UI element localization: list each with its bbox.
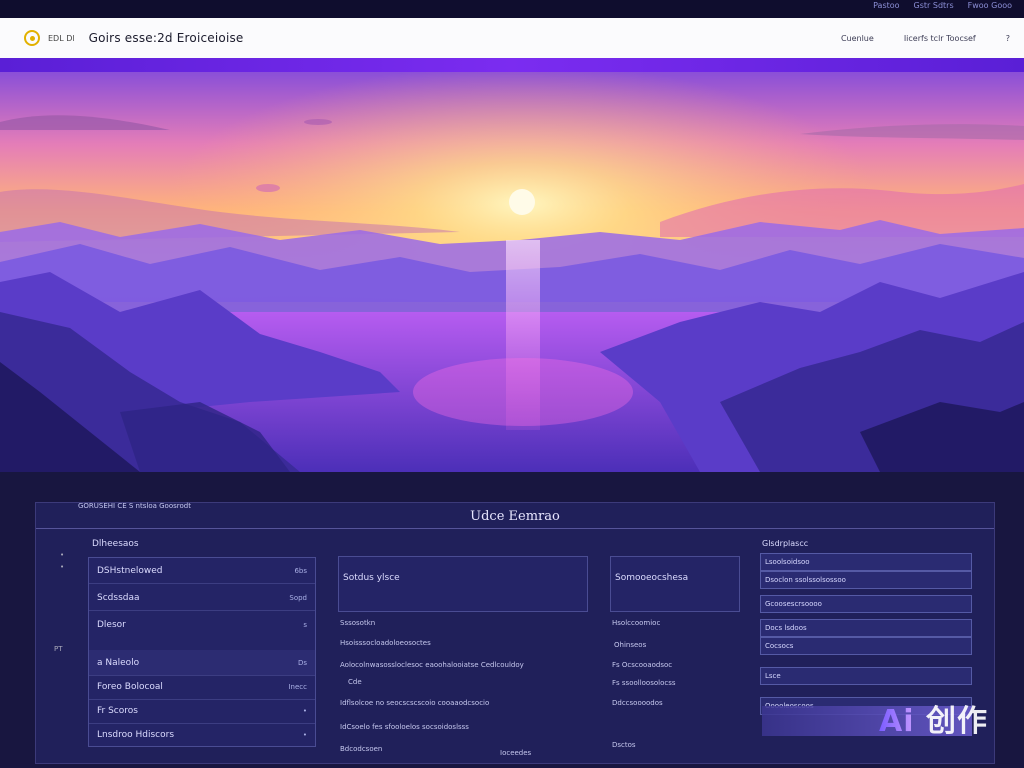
col3-line-2: Ohinseos <box>614 641 647 649</box>
watermark-ai: Ai <box>879 704 915 739</box>
side-mark-2: • <box>60 563 65 571</box>
site-header: EDL Dl Goirs esse:2d Eroiceioise Cuenlue… <box>0 18 1024 58</box>
row-label: Dlesor <box>97 620 126 630</box>
column-status: Sotdus ylsce Sssosotkn Hsoisssocloadoloe… <box>338 539 590 757</box>
list-item[interactable]: Lnsdroo Hdiscors • <box>89 722 315 748</box>
row-value: Sopd <box>289 593 307 602</box>
row-value: • <box>302 706 307 715</box>
watermark-logo: Ai 创作 <box>879 696 988 740</box>
col3-line-5: Ddccsoooodos <box>612 699 663 707</box>
col2-line-1: Sssosotkn <box>340 619 376 627</box>
row-value: Ds <box>297 658 307 667</box>
col1-heading: Dlheesaos <box>92 539 139 549</box>
row-label: DSHstnelowed <box>97 565 163 576</box>
sunset-illustration <box>0 72 1024 472</box>
side-mark-1: • <box>60 551 65 559</box>
column-summary: Somooeocshesa Hsolccoomioc Ohinseos Fs O… <box>610 539 740 753</box>
col2-line-7: Bdcodcsoen <box>340 745 383 753</box>
settings-field-6[interactable]: Lsce <box>760 667 972 685</box>
row-label: a Naleolo <box>97 657 140 668</box>
row-label: Scdssdaa <box>97 592 140 603</box>
row-label: Lnsdroo Hdiscors <box>97 730 175 740</box>
col3-box-label: Somooeocshesa <box>615 573 689 583</box>
col2-tail: Ioceedes <box>500 749 532 757</box>
row-label: Foreo Bolocoal <box>97 681 163 692</box>
settings-field-1[interactable]: Lsoolsoidsoo <box>760 553 972 571</box>
top-strip: Pastoo Gstr Sdtrs Fwoo Gooo <box>0 0 1024 18</box>
settings-field-3[interactable]: Gcoosescrsoooo <box>760 595 972 613</box>
hero-landscape-image <box>0 72 1024 472</box>
top-links: Pastoo Gstr Sdtrs Fwoo Gooo <box>873 1 1012 10</box>
settings-field-2[interactable]: Dsoclon ssolssolsossoo <box>760 571 972 589</box>
col1-list: DSHstnelowed 6bs Scdssdaa Sopd Dlesor s a N… <box>88 557 316 747</box>
col3-line-6: Dsctos <box>612 741 636 749</box>
col2-line-4: Cde <box>348 678 362 686</box>
list-item[interactable]: DSHstnelowed 6bs <box>89 558 315 584</box>
col2-line-5: Idflsolcoe no seocscscscoio cooaaodcsoci… <box>340 699 490 707</box>
top-link-1[interactable]: Pastoo <box>873 1 899 10</box>
col2-line-3: Aolocolnwasossloclesoc eaoohalooiatse Ce… <box>340 661 524 669</box>
row-value: 6bs <box>294 566 307 575</box>
list-item[interactable]: a Naleolo Ds <box>89 650 315 676</box>
col2-line-2: Hsoisssocloadoloeosoctes <box>340 639 431 647</box>
list-item[interactable]: Dlesor s <box>89 612 315 638</box>
sun-icon <box>509 189 535 215</box>
settings-field-5[interactable]: Cocsocs <box>760 637 972 655</box>
col3-box[interactable]: Somooeocshesa <box>610 556 740 612</box>
site-title[interactable]: Goirs esse:2d Eroiceioise <box>89 31 244 45</box>
row-value: • <box>302 731 307 739</box>
side-mark-3: PT <box>54 645 63 653</box>
help-icon[interactable]: ? <box>1006 34 1010 43</box>
col2-box-label: Sotdus ylsce <box>343 573 400 583</box>
panel-header: GORUSEHI CE S ntsloa Goosrodt Udce Eemra… <box>36 502 994 529</box>
logo-text[interactable]: EDL Dl <box>48 34 75 43</box>
settings-field-4[interactable]: Docs lsdoos <box>760 619 972 637</box>
col4-heading: Glsdrplascc <box>762 539 809 548</box>
col2-box[interactable]: Sotdus ylsce <box>338 556 588 612</box>
panel-title: Udce Eemrao <box>470 509 560 524</box>
col2-line-6: IdCsoelo fes sfooloelos socsoidoslsss <box>340 723 469 731</box>
top-link-3[interactable]: Fwoo Gooo <box>968 1 1012 10</box>
nav-item-2[interactable]: Iicerfs tclr Toocsef <box>904 34 976 43</box>
list-item[interactable]: Scdssdaa Sopd <box>89 585 315 611</box>
row-value: s <box>303 621 307 629</box>
list-item[interactable]: Fr Scoros • <box>89 698 315 724</box>
col3-line-1: Hsolccoomioc <box>612 619 661 627</box>
header-nav: Cuenlue Iicerfs tclr Toocsef ? <box>841 34 1010 43</box>
column-display: Dlheesaos DSHstnelowed 6bs Scdssdaa Sopd D… <box>88 539 316 753</box>
col3-line-3: Fs Ocscooaodsoc <box>612 661 673 669</box>
top-link-2[interactable]: Gstr Sdtrs <box>914 1 954 10</box>
row-value: Inecc <box>288 682 307 691</box>
watermark-cn: 创作 <box>926 704 988 739</box>
col3-line-4: Fs ssoolloosolocss <box>612 679 676 687</box>
nav-item-1[interactable]: Cuenlue <box>841 34 874 43</box>
logo-icon[interactable] <box>24 30 40 46</box>
row-label: Fr Scoros <box>97 705 138 716</box>
list-item[interactable]: Foreo Bolocoal Inecc <box>89 674 315 700</box>
accent-bar <box>0 58 1024 72</box>
